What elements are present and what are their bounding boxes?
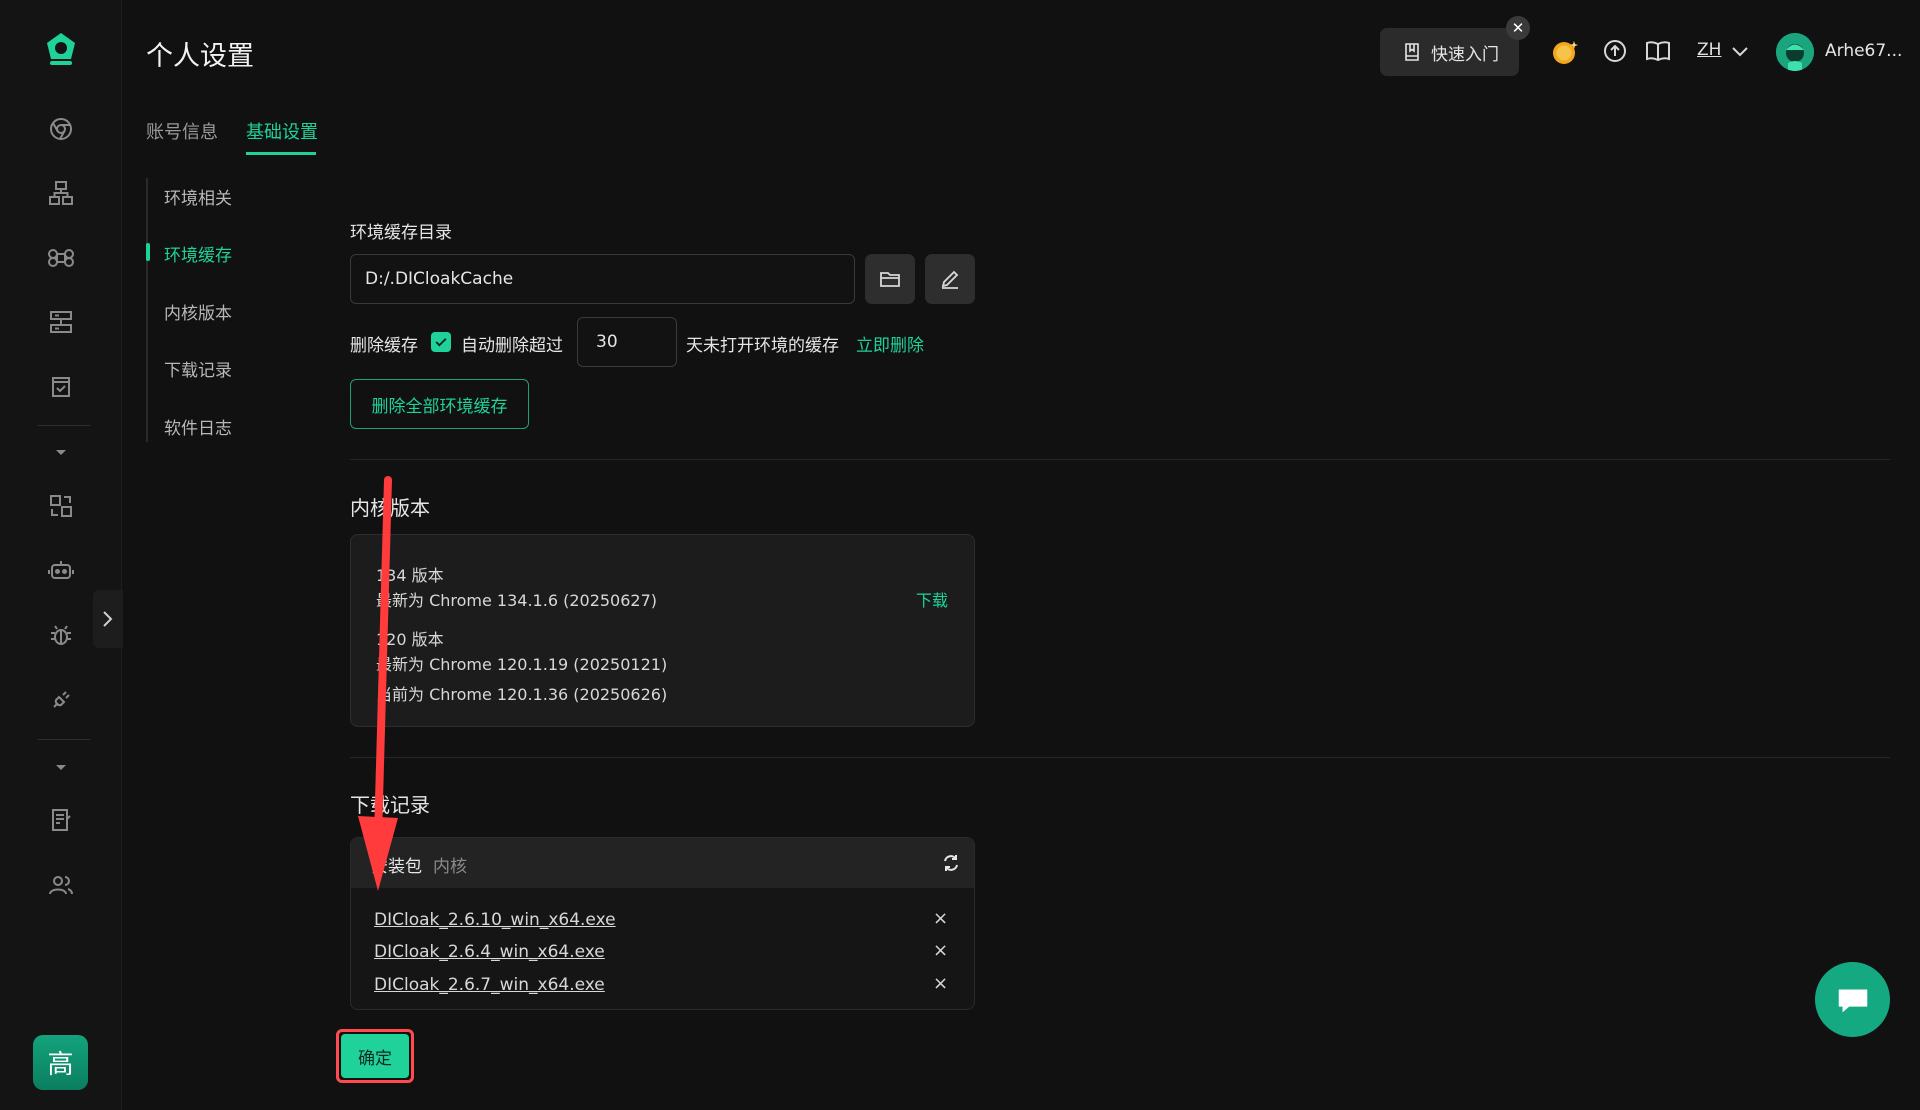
remove-file-icon[interactable]: × [933, 940, 948, 961]
browse-folder-button[interactable] [865, 254, 915, 304]
downloads-tab-bar: 安装包 内核 [351, 838, 974, 888]
bug-icon[interactable] [46, 620, 76, 650]
subnav-item-environment-cache[interactable]: 环境缓存 [164, 241, 232, 266]
open-book-icon[interactable] [1644, 37, 1672, 65]
rail-divider [38, 739, 90, 740]
downloads-section-title: 下载记录 [350, 793, 430, 817]
cache-dir-label: 环境缓存目录 [350, 223, 452, 243]
download-file-link[interactable]: DICloak_2.6.7_win_x64.exe [374, 975, 605, 995]
delete-all-cache-button[interactable]: 删除全部环境缓存 [350, 379, 529, 429]
delete-cache-label: 删除缓存 [350, 336, 418, 356]
kernel-version-name: 120 版本 [376, 630, 444, 649]
kernel-card: 134 版本 最新为 Chrome 134.1.6 (20250627) 下载 … [350, 534, 975, 727]
chevron-right-icon [103, 611, 113, 627]
confirm-button[interactable]: 确定 [341, 1034, 409, 1078]
download-file-link[interactable]: DICloak_2.6.10_win_x64.exe [374, 910, 616, 930]
subnav-track [146, 178, 148, 442]
folder-icon [880, 272, 900, 287]
kernel-download-link[interactable]: 下载 [916, 587, 948, 611]
section-divider [350, 459, 1890, 460]
book-icon [1405, 43, 1419, 61]
refresh-icon[interactable] [941, 853, 961, 873]
subnav-item-environment[interactable]: 环境相关 [164, 184, 232, 209]
chat-bubble-icon [1838, 989, 1867, 1012]
server-icon[interactable] [46, 307, 76, 337]
quick-start-label: 快速入门 [1431, 44, 1499, 65]
auto-delete-label: 自动删除超过 [461, 336, 563, 356]
days-input[interactable]: 30 [577, 317, 677, 367]
coin-icon[interactable] [1550, 37, 1580, 67]
user-avatar[interactable] [1776, 33, 1814, 71]
logo-icon[interactable] [41, 29, 81, 69]
upload-icon[interactable] [1601, 37, 1629, 65]
caret-down-icon[interactable] [52, 762, 70, 774]
delete-now-link[interactable]: 立即删除 [856, 331, 924, 356]
team-icon[interactable] [46, 870, 76, 900]
notes-icon[interactable] [46, 805, 76, 835]
kernel-latest: 最新为 Chrome 134.1.6 (20250627) [376, 591, 658, 610]
subnav-item-download-history[interactable]: 下载记录 [164, 356, 232, 381]
kernel-latest: 最新为 Chrome 120.1.19 (20250121) [376, 655, 668, 674]
check-icon [435, 338, 447, 347]
active-tab-underline [246, 152, 316, 155]
remove-file-icon[interactable]: × [933, 973, 948, 994]
chevron-down-icon[interactable] [1731, 46, 1749, 58]
network-icon[interactable] [46, 178, 76, 208]
kernel-version-name: 134 版本 [376, 566, 444, 585]
plug-icon[interactable] [46, 685, 76, 715]
subnav-item-software-log[interactable]: 软件日志 [164, 414, 232, 439]
browser-icon[interactable] [46, 114, 76, 144]
pencil-icon [941, 270, 959, 289]
language-selector[interactable]: ZH [1697, 40, 1721, 60]
remove-file-icon[interactable]: × [933, 908, 948, 929]
kernel-section-title: 内核版本 [350, 496, 430, 520]
days-suffix-label: 天未打开环境的缓存 [686, 336, 839, 356]
rail-divider [38, 425, 90, 426]
sync-icon[interactable] [46, 491, 76, 521]
tab-basic-settings[interactable]: 基础设置 [246, 118, 318, 144]
tab-account-info[interactable]: 账号信息 [146, 118, 218, 144]
page-title: 个人设置 [146, 41, 254, 72]
shop-icon[interactable] [46, 372, 76, 402]
tab-installer[interactable]: 安装包 [371, 852, 422, 877]
workspace-avatar[interactable]: 高 [33, 1035, 88, 1090]
username[interactable]: Arhe67... [1825, 41, 1902, 61]
chat-support-button[interactable] [1815, 962, 1890, 1037]
close-icon[interactable]: ✕ [1506, 16, 1530, 40]
tab-kernel[interactable]: 内核 [433, 852, 467, 877]
robot-icon[interactable] [46, 556, 76, 586]
section-divider [350, 757, 1890, 758]
cache-dir-input[interactable]: D:/.DICloakCache [350, 254, 855, 304]
download-file-link[interactable]: DICloak_2.6.4_win_x64.exe [374, 942, 605, 962]
subnav-item-kernel-version[interactable]: 内核版本 [164, 299, 232, 324]
left-icon-rail: 高 [0, 0, 122, 1110]
kernel-current: 当前为 Chrome 120.1.36 (20250626) [376, 685, 668, 704]
downloads-card: 安装包 内核 DICloak_2.6.10_win_x64.exe × DICl… [350, 837, 975, 1010]
edit-path-button[interactable] [925, 254, 975, 304]
quick-start-button[interactable]: 快速入门 [1380, 28, 1519, 76]
subnav-active-indicator [146, 243, 150, 261]
auto-delete-checkbox[interactable] [431, 332, 451, 352]
command-icon[interactable] [46, 243, 76, 273]
expand-sidebar-button[interactable] [93, 590, 123, 648]
caret-down-icon[interactable] [52, 447, 70, 459]
